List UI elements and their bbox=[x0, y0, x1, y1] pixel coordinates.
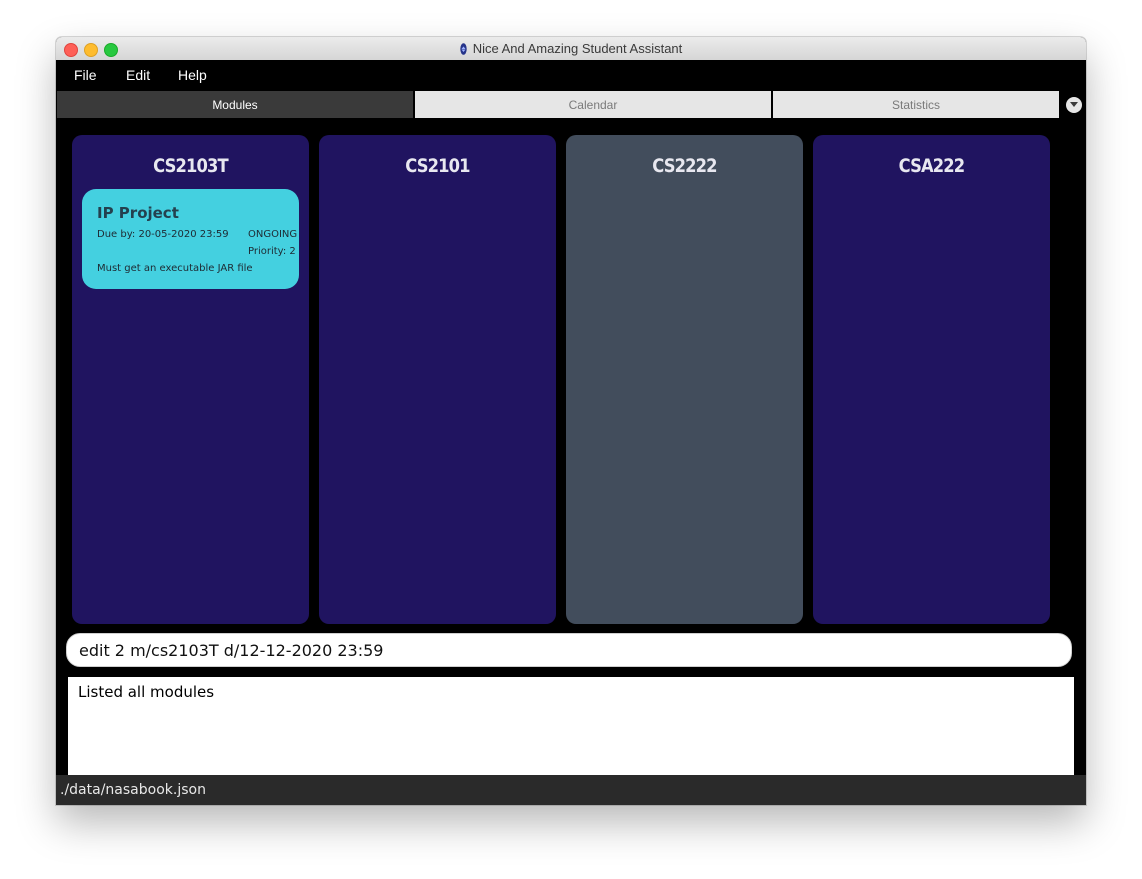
tab-statistics[interactable]: Statistics bbox=[773, 91, 1059, 118]
menu-bar: File Edit Help bbox=[56, 60, 1086, 90]
module-code: CSA222 bbox=[898, 155, 966, 177]
module-column-csa222[interactable]: CSA222 bbox=[813, 135, 1050, 624]
command-input[interactable] bbox=[66, 633, 1072, 667]
menu-edit[interactable]: Edit bbox=[126, 67, 150, 83]
result-display: Listed all modules bbox=[68, 677, 1074, 775]
task-name: IP Project bbox=[97, 204, 179, 222]
module-code: CS2101 bbox=[405, 155, 470, 177]
title-bar: Nice And Amazing Student Assistant bbox=[56, 37, 1086, 61]
result-text: Listed all modules bbox=[78, 683, 215, 701]
status-bar: ./data/nasabook.json bbox=[56, 775, 1086, 805]
task-priority: Priority: 2 bbox=[248, 246, 296, 257]
app-icon bbox=[460, 42, 467, 55]
app-window: Nice And Amazing Student Assistant File … bbox=[56, 37, 1086, 805]
tab-modules[interactable]: Modules bbox=[57, 91, 413, 118]
chevron-down-icon bbox=[1070, 102, 1078, 107]
menu-help[interactable]: Help bbox=[178, 67, 207, 83]
task-due-date: Due by: 20-05-2020 23:59 bbox=[97, 229, 229, 240]
module-column-cs2101[interactable]: CS2101 bbox=[319, 135, 556, 624]
task-description: Must get an executable JAR file bbox=[97, 263, 253, 274]
window-title: Nice And Amazing Student Assistant bbox=[472, 41, 683, 56]
module-code: CS2103T bbox=[153, 155, 229, 177]
task-status: ONGOING bbox=[248, 229, 298, 240]
module-board: CS2103T IP Project Due by: 20-05-2020 23… bbox=[56, 120, 1086, 627]
task-card[interactable]: IP Project Due by: 20-05-2020 23:59 ONGO… bbox=[82, 189, 299, 289]
tab-bar: Modules Calendar Statistics bbox=[56, 90, 1086, 120]
module-column-cs2103t[interactable]: CS2103T IP Project Due by: 20-05-2020 23… bbox=[72, 135, 309, 624]
module-column-cs2222[interactable]: CS2222 bbox=[566, 135, 803, 624]
module-code: CS2222 bbox=[652, 155, 717, 177]
save-file-path: ./data/nasabook.json bbox=[60, 782, 206, 798]
tab-calendar[interactable]: Calendar bbox=[415, 91, 771, 118]
tab-overflow-button[interactable] bbox=[1066, 97, 1082, 113]
menu-file[interactable]: File bbox=[74, 67, 97, 83]
command-box bbox=[56, 627, 1086, 671]
